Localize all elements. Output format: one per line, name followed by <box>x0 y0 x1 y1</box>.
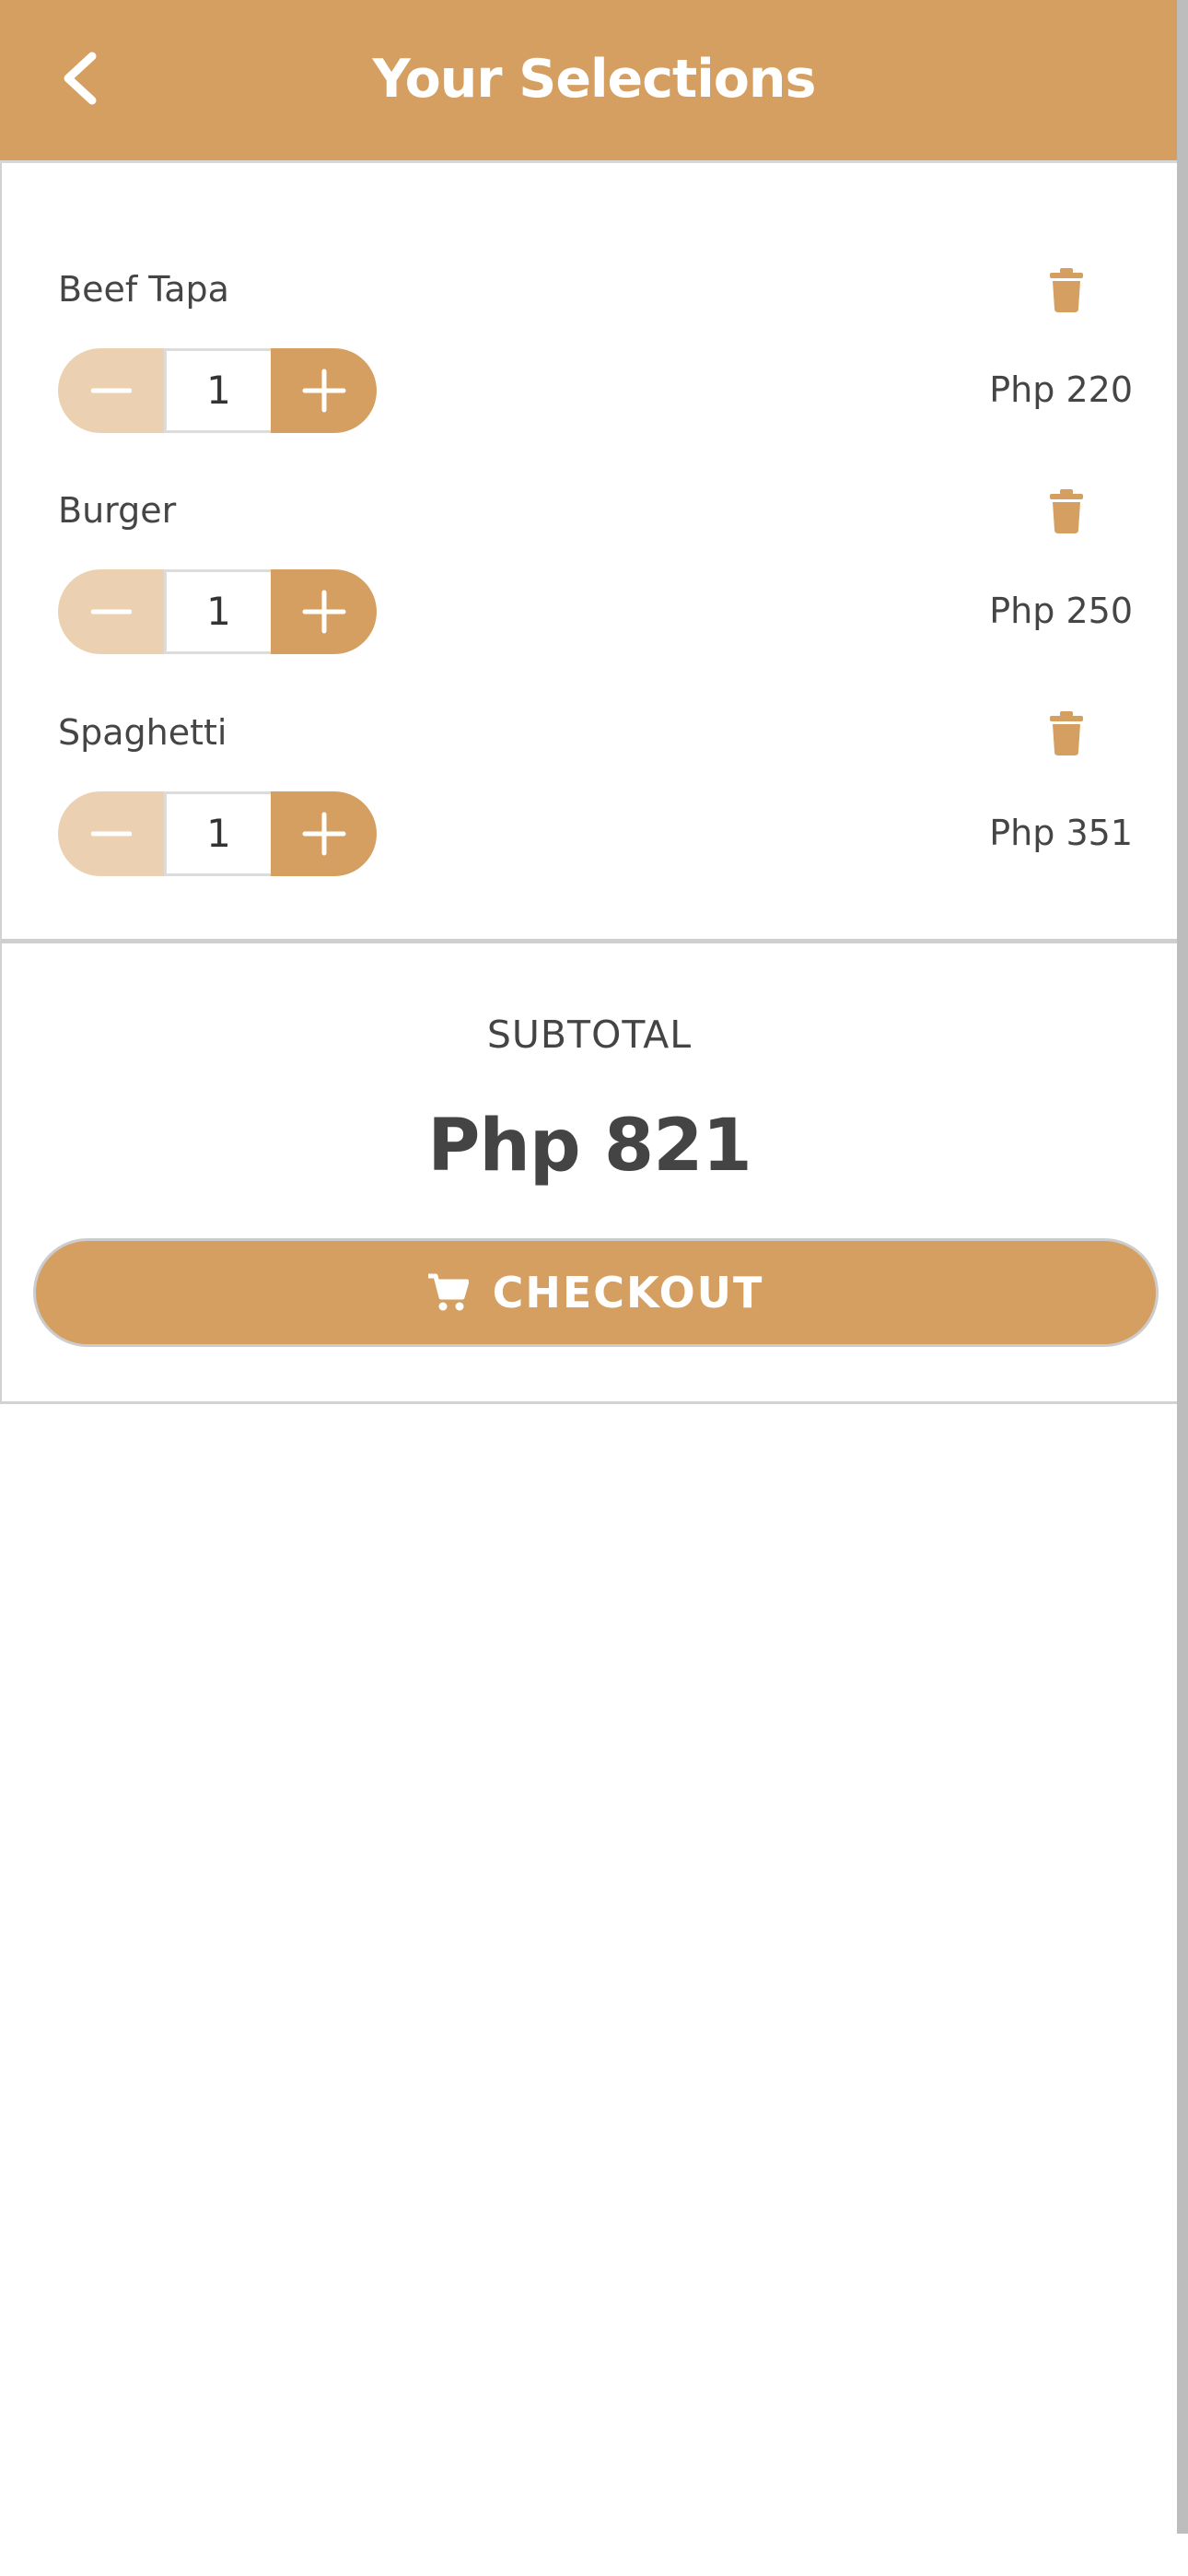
remove-item-button[interactable] <box>1041 705 1092 762</box>
order-summary: SUBTOTAL Php 821 CHECKOUT <box>0 943 1179 1404</box>
plus-icon <box>302 369 345 413</box>
quantity-stepper: 1 <box>58 791 377 876</box>
quantity-stepper: 1 <box>58 348 377 433</box>
decrease-quantity-button[interactable] <box>58 348 164 433</box>
remove-item-button[interactable] <box>1041 262 1092 319</box>
item-price: Php 351 <box>989 813 1133 853</box>
subtotal-label: SUBTOTAL <box>486 1013 693 1057</box>
page-title: Your Selections <box>372 49 817 110</box>
quantity-field[interactable]: 1 <box>164 569 271 654</box>
cart-item: Spaghetti 1 Php 351 <box>2 705 1177 889</box>
minus-icon <box>90 609 132 615</box>
remove-item-button[interactable] <box>1041 483 1092 540</box>
minus-icon <box>90 388 132 393</box>
increase-quantity-button[interactable] <box>271 791 377 876</box>
cart-item: Burger 1 Php 250 <box>2 483 1177 667</box>
trash-icon <box>1050 489 1083 533</box>
increase-quantity-button[interactable] <box>271 569 377 654</box>
quantity-stepper: 1 <box>58 569 377 654</box>
quantity-field[interactable]: 1 <box>164 348 271 433</box>
checkout-label: CHECKOUT <box>492 1268 764 1317</box>
trash-icon <box>1050 268 1083 312</box>
app-header: Your Selections <box>0 0 1188 163</box>
plus-icon <box>302 590 345 634</box>
item-name: Beef Tapa <box>58 269 229 310</box>
scrollbar[interactable] <box>1177 0 1188 2534</box>
item-price: Php 220 <box>989 369 1133 410</box>
cart-screen: Your Selections Beef Tapa 1 Php 220 Burg… <box>0 0 1188 2576</box>
trash-icon <box>1050 711 1083 755</box>
cart-item-list: Beef Tapa 1 Php 220 Burger 1 Php 250 Spa… <box>0 163 1179 943</box>
item-name: Spaghetti <box>58 712 227 753</box>
increase-quantity-button[interactable] <box>271 348 377 433</box>
decrease-quantity-button[interactable] <box>58 791 164 876</box>
cart-item: Beef Tapa 1 Php 220 <box>2 262 1177 446</box>
plus-icon <box>302 812 345 856</box>
quantity-field[interactable]: 1 <box>164 791 271 876</box>
minus-icon <box>90 831 132 837</box>
subtotal-amount: Php 821 <box>427 1105 752 1188</box>
item-name: Burger <box>58 490 177 531</box>
cart-icon <box>427 1273 469 1311</box>
decrease-quantity-button[interactable] <box>58 569 164 654</box>
item-price: Php 250 <box>989 591 1133 631</box>
checkout-button[interactable]: CHECKOUT <box>33 1238 1159 1347</box>
